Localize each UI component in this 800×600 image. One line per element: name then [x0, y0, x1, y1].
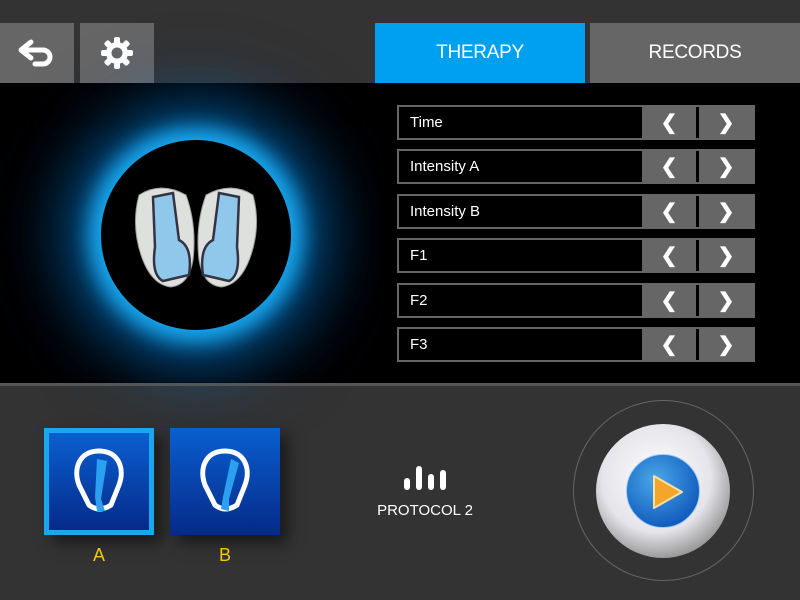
tab-records[interactable]: RECORDS	[590, 23, 800, 83]
channel-a-button[interactable]	[44, 428, 154, 535]
increase-button[interactable]: ❯	[699, 151, 753, 182]
param-label: Time	[410, 114, 443, 131]
param-row-intensity-a: Intensity A ❮ ❯	[397, 149, 755, 184]
param-row-time: Time ❮ ❯	[397, 105, 755, 140]
param-label: Intensity B	[410, 203, 481, 220]
play-button[interactable]	[596, 424, 730, 558]
electrode-pads-image	[135, 187, 257, 288]
param-row-f3: F3 ❮ ❯	[397, 327, 755, 362]
decrease-button[interactable]: ❮	[642, 240, 696, 271]
decrease-button[interactable]: ❮	[642, 107, 696, 138]
channel-b-label: B	[218, 545, 231, 565]
electrode-icon	[200, 447, 250, 511]
increase-button[interactable]: ❯	[699, 285, 753, 316]
electrode-icon	[74, 447, 124, 511]
decrease-button[interactable]: ❮	[642, 329, 696, 360]
increase-button[interactable]: ❯	[699, 240, 753, 271]
undo-arrow-icon	[18, 39, 53, 67]
settings-button[interactable]	[80, 23, 154, 83]
param-label: F1	[410, 247, 428, 264]
protocol-selector[interactable]: PROTOCOL 2	[365, 465, 485, 519]
decrease-button[interactable]: ❮	[642, 196, 696, 227]
channel-b-button[interactable]	[170, 428, 280, 535]
channel-a-label: A	[92, 545, 105, 565]
increase-button[interactable]: ❯	[699, 329, 753, 360]
protocol-label: PROTOCOL 2	[377, 502, 473, 519]
param-row-f2: F2 ❮ ❯	[397, 283, 755, 318]
play-icon	[653, 475, 683, 509]
param-label: F2	[410, 292, 428, 309]
electrode-image-frame	[101, 140, 291, 330]
increase-button[interactable]: ❯	[699, 107, 753, 138]
param-row-intensity-b: Intensity B ❮ ❯	[397, 194, 755, 229]
divider	[0, 383, 800, 386]
bars-icon	[404, 466, 446, 490]
param-row-f1: F1 ❮ ❯	[397, 238, 755, 273]
back-button[interactable]	[0, 23, 74, 83]
tab-therapy[interactable]: THERAPY	[375, 23, 585, 83]
param-label: F3	[410, 336, 428, 353]
gear-icon	[101, 37, 133, 69]
decrease-button[interactable]: ❮	[642, 285, 696, 316]
increase-button[interactable]: ❯	[699, 196, 753, 227]
param-label: Intensity A	[410, 158, 480, 175]
decrease-button[interactable]: ❮	[642, 151, 696, 182]
